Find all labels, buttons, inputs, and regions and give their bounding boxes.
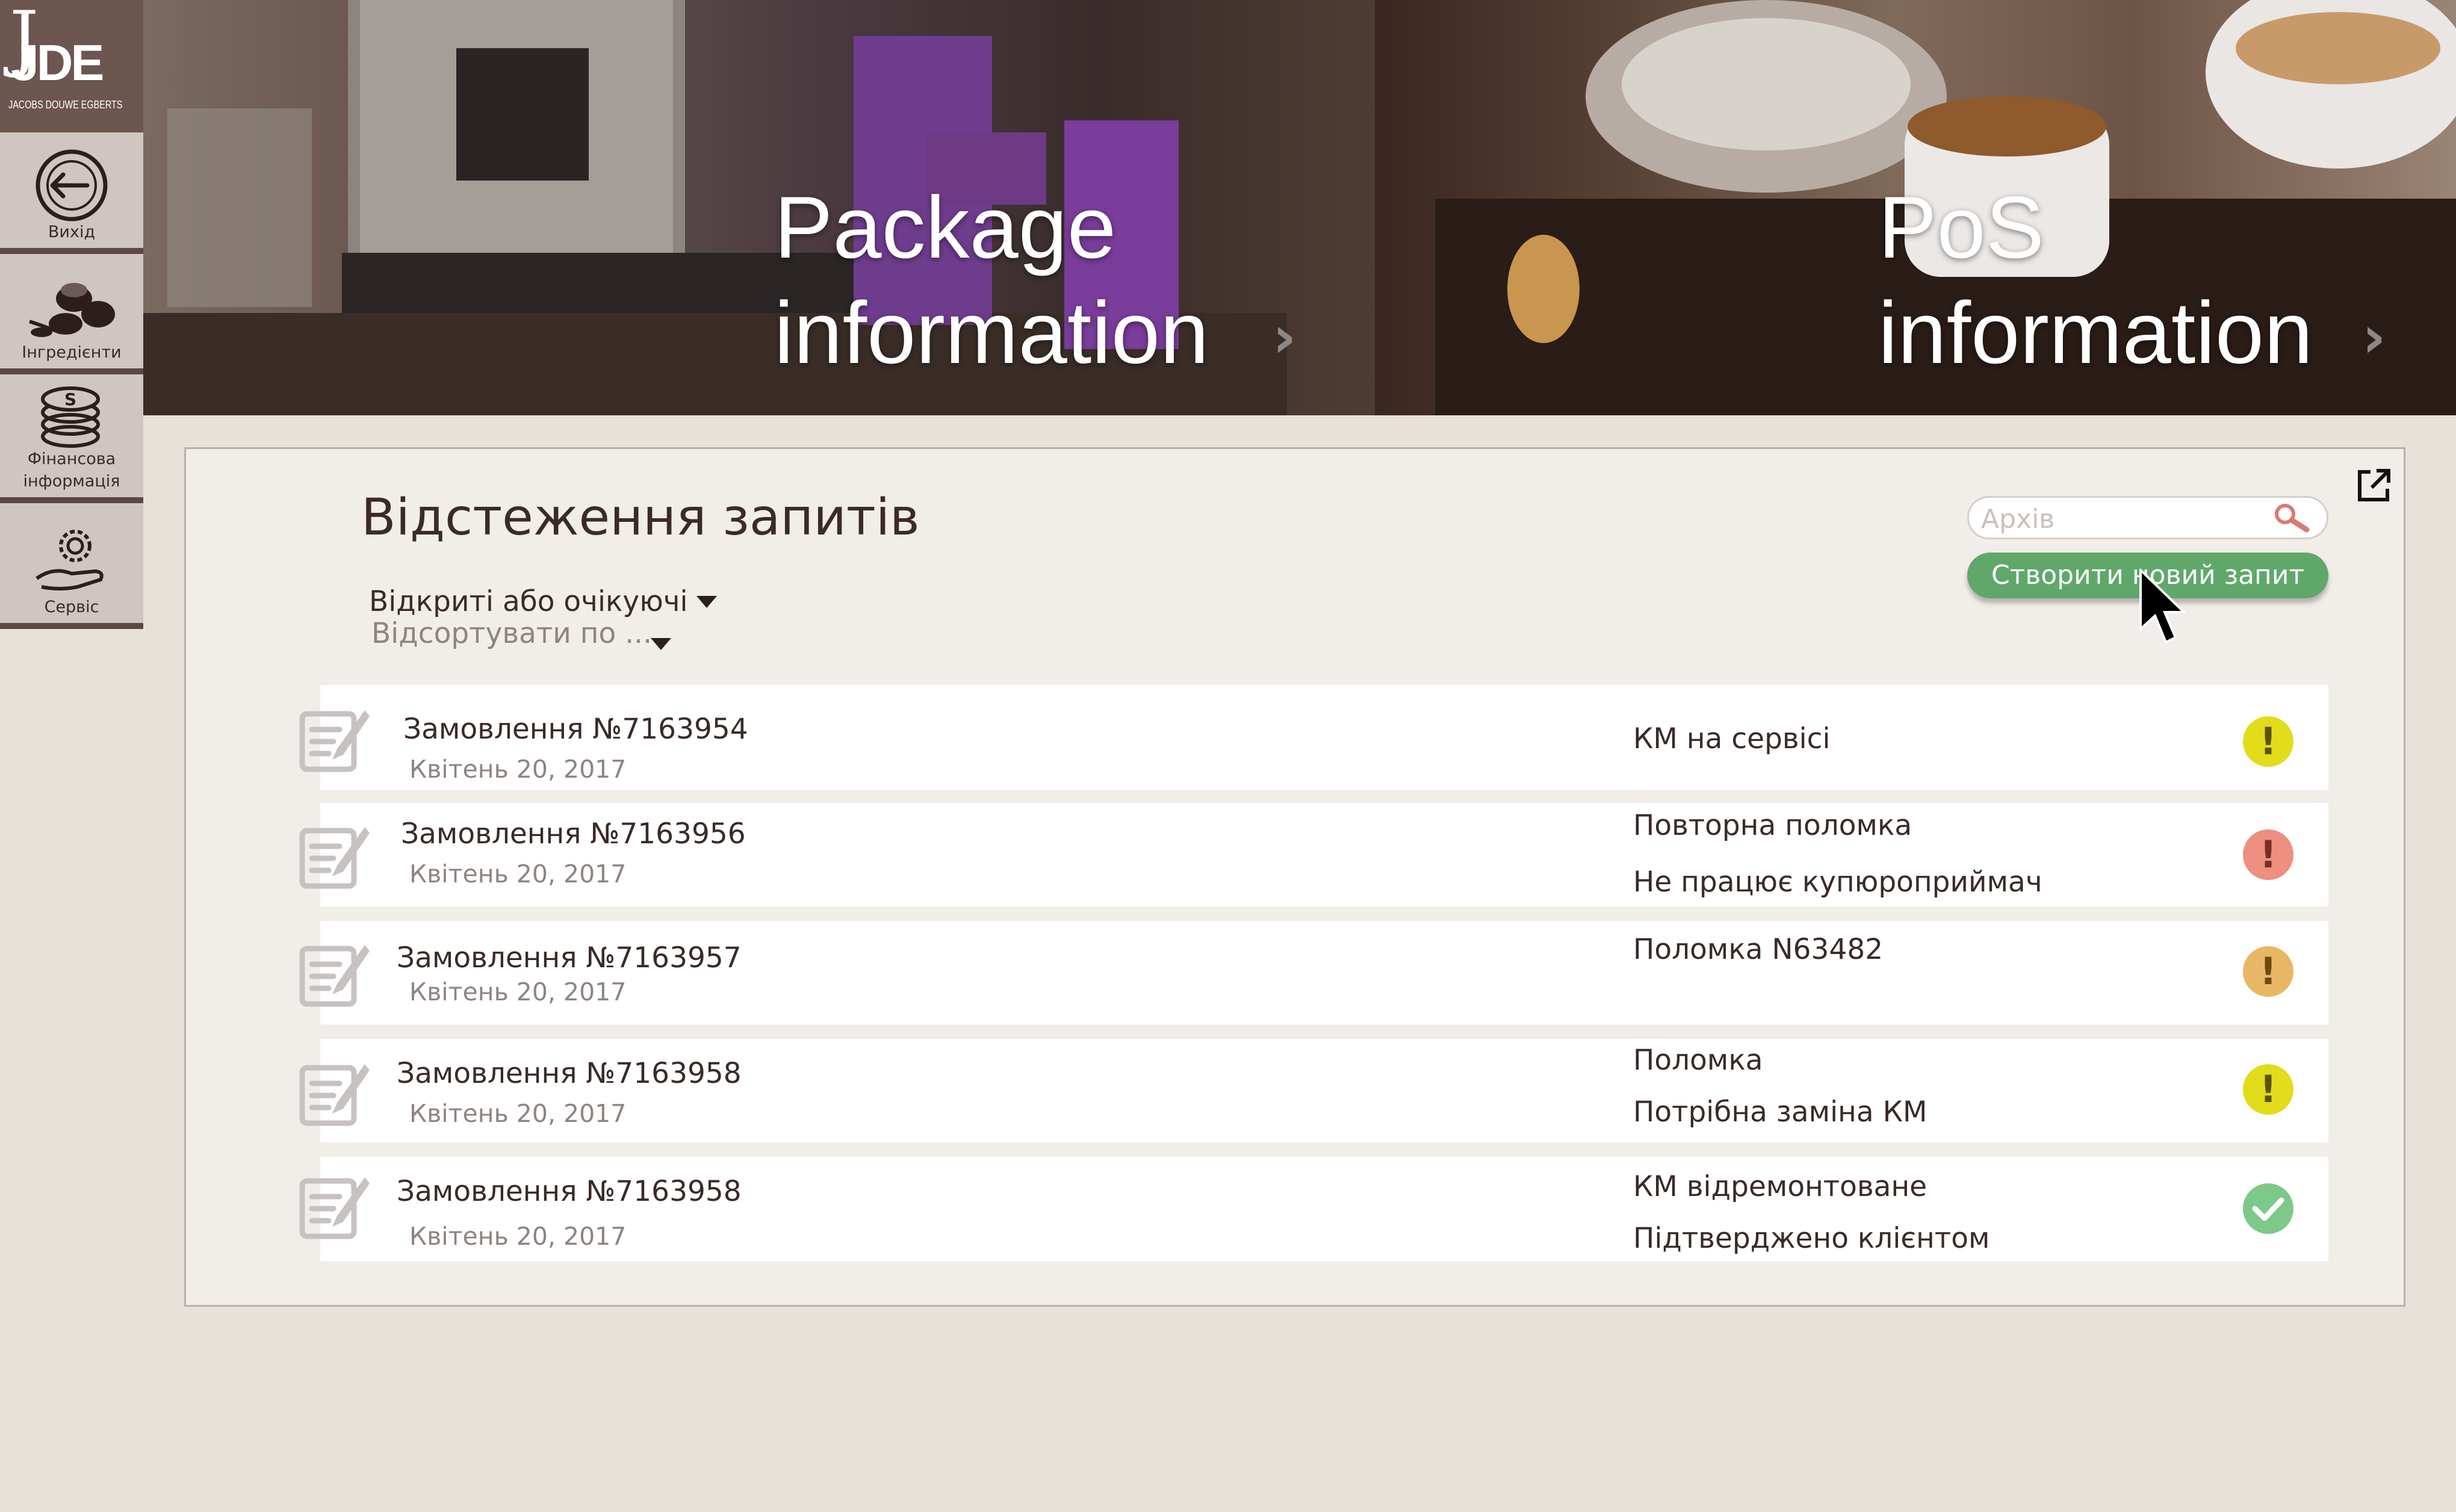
order-number[interactable]: Замовлення №7163956	[401, 817, 746, 850]
mouse-cursor-icon	[2139, 569, 2186, 644]
status-line: Поломка N63482	[1633, 933, 1884, 966]
logo-subtitle: JACOBS DOUWE EGBERTS	[8, 99, 123, 111]
chevron-right-icon: ›	[2362, 303, 2386, 371]
order-date: Квітень 20, 2017	[409, 978, 627, 1006]
order-date: Квітень 20, 2017	[409, 1099, 627, 1128]
sidebar-item-service[interactable]: Сервіс	[0, 503, 143, 629]
order-date: Квітень 20, 2017	[409, 1222, 627, 1251]
logo-text: JDE	[11, 34, 104, 91]
order-date: Квітень 20, 2017	[409, 755, 627, 784]
pos-banner-title: PoS information	[1878, 178, 2313, 382]
status-line: Поломка	[1633, 1044, 1763, 1077]
chevron-right-icon: ›	[1273, 303, 1297, 371]
sidebar-item-label: Фінансова інформація	[23, 450, 120, 491]
edit-document-icon[interactable]	[297, 1059, 373, 1127]
svg-text:S: S	[64, 389, 76, 409]
order-number[interactable]: Замовлення №7163954	[403, 713, 748, 746]
checkmark-icon	[2252, 1197, 2284, 1221]
ingredients-icon	[29, 282, 115, 337]
service-gear-icon	[36, 529, 104, 590]
status-line: КМ відремонтоване	[1633, 1170, 1927, 1203]
sidebar-item-exit[interactable]: Вихід	[0, 132, 143, 254]
edit-document-icon[interactable]	[297, 940, 373, 1008]
status-line: Підтверджено клієнтом	[1633, 1222, 1990, 1255]
order-number[interactable]: Замовлення №7163957	[397, 941, 742, 974]
status-line: Повторна поломка	[1633, 809, 1912, 842]
warning-badge-icon: !	[2243, 716, 2293, 767]
edit-document-icon[interactable]	[297, 705, 373, 773]
external-link-icon[interactable]	[2355, 466, 2393, 504]
status-line: Не працює купюроприймач	[1633, 866, 2042, 899]
pos-information-banner[interactable]: PoS information ›	[1375, 0, 2456, 415]
edit-document-icon[interactable]	[297, 822, 373, 890]
warning-badge-icon: !	[2243, 1064, 2293, 1115]
edit-document-icon[interactable]	[297, 1173, 373, 1240]
sidebar-item-label: Інгредієнти	[22, 342, 122, 362]
sidebar-item-label: Сервіс	[44, 597, 99, 616]
package-information-banner[interactable]: Package information ›	[143, 0, 1375, 415]
search-icon[interactable]	[2273, 502, 2312, 534]
jde-logo[interactable]: J JDE JACOBS DOUWE EGBERTS	[0, 0, 143, 132]
order-date: Квітень 20, 2017	[409, 860, 627, 888]
coins-icon: S	[41, 386, 100, 448]
caret-down-icon[interactable]	[651, 638, 671, 650]
sidebar-item-label: Вихід	[48, 222, 96, 241]
status-line: КМ на сервісі	[1633, 722, 1831, 755]
order-number[interactable]: Замовлення №7163958	[397, 1175, 742, 1208]
search-input[interactable]	[1980, 501, 2271, 536]
check-badge-icon	[2243, 1183, 2293, 1234]
caret-down-icon[interactable]	[696, 596, 717, 608]
order-number[interactable]: Замовлення №7163958	[397, 1057, 742, 1090]
page-title: Відстеження запитів	[361, 488, 920, 547]
exit-icon	[36, 149, 108, 222]
warning-badge-icon: !	[2243, 946, 2293, 997]
sort-dropdown[interactable]: Відсортувати по ...	[371, 617, 652, 650]
status-filter-dropdown[interactable]: Відкриті або очікуючі	[369, 585, 688, 618]
error-badge-icon: !	[2243, 829, 2293, 880]
sidebar-item-finance[interactable]: S Фінансова інформація	[0, 374, 143, 503]
sidebar-item-ingredients[interactable]: Інгредієнти	[0, 254, 143, 374]
status-line: Потрібна заміна КМ	[1633, 1095, 1927, 1129]
package-banner-title: Package information	[774, 178, 1209, 382]
